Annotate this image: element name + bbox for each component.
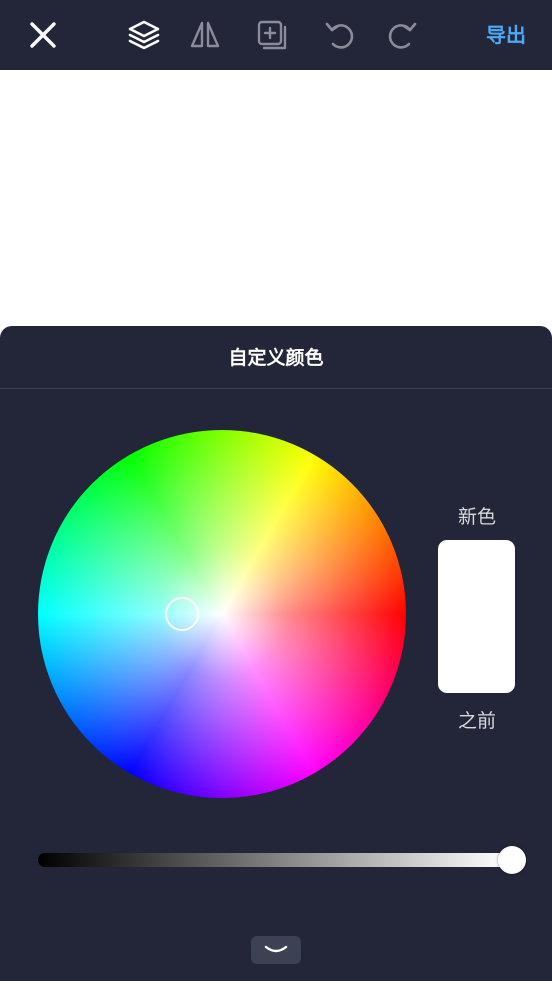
close-button[interactable] (20, 12, 66, 58)
previous-color-label: 之前 (457, 710, 496, 732)
top-toolbar: 导出 (0, 0, 552, 70)
chevron-down-icon (263, 941, 289, 960)
divider (0, 388, 552, 389)
drawing-canvas[interactable] (0, 70, 552, 326)
add-layer-icon (255, 18, 289, 52)
custom-color-panel: 自定义颜色 新色 之前 (0, 326, 552, 981)
flip-button[interactable] (182, 12, 228, 58)
brightness-slider-track[interactable] (38, 853, 506, 867)
export-button[interactable]: 导出 (486, 20, 526, 50)
layers-button[interactable] (121, 12, 167, 58)
layers-icon (127, 18, 161, 52)
color-wheel[interactable] (38, 430, 406, 798)
undo-button[interactable] (317, 12, 363, 58)
add-layer-button[interactable] (249, 12, 295, 58)
color-preview-swatch (438, 540, 515, 693)
flip-icon (188, 18, 222, 52)
color-wheel-handle[interactable] (165, 597, 199, 631)
close-icon (28, 20, 58, 50)
brightness-slider-thumb[interactable] (498, 846, 526, 874)
redo-button[interactable] (379, 12, 425, 58)
new-color-label: 新色 (457, 506, 496, 528)
redo-icon (385, 18, 419, 52)
collapse-panel-button[interactable] (251, 936, 301, 964)
undo-icon (323, 18, 357, 52)
panel-title: 自定义颜色 (228, 347, 324, 369)
